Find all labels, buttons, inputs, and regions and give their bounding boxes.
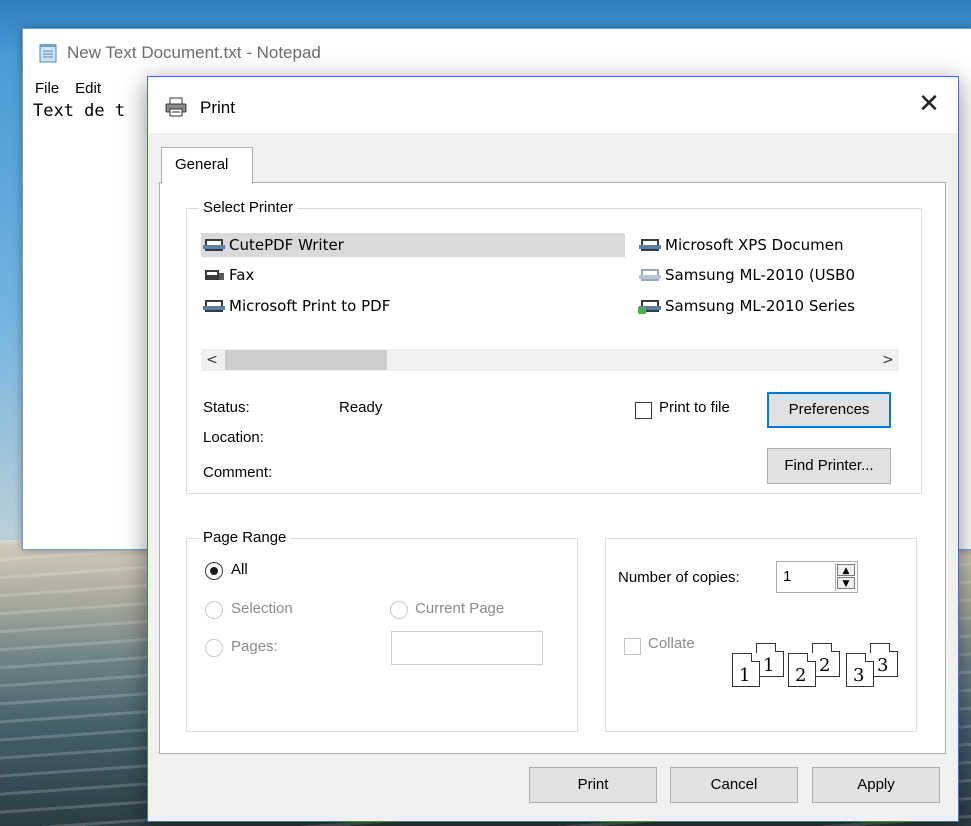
fax-icon <box>205 270 224 280</box>
collate-label[interactable]: Collate <box>648 635 695 652</box>
number-of-copies-label: Number of copies: <box>618 569 740 586</box>
select-printer-group: Select Printer CutePDF Writer Fax Micros… <box>186 199 922 494</box>
radio-pages-label[interactable]: Pages: <box>231 638 278 655</box>
close-icon[interactable]: ✕ <box>914 89 944 119</box>
printer-name: Fax <box>229 266 255 284</box>
printer-list-scrollbar[interactable]: < > <box>201 349 899 371</box>
menu-file[interactable]: File <box>35 80 59 97</box>
comment-label: Comment: <box>203 464 273 481</box>
printer-shared-icon <box>638 300 661 314</box>
spin-down-icon[interactable]: ▼ <box>837 577 855 589</box>
spin-up-icon[interactable]: ▲ <box>837 564 855 576</box>
collate-page-front: 1 <box>732 653 760 687</box>
collate-page-number: 2 <box>795 665 807 686</box>
collate-page-number: 2 <box>819 655 831 676</box>
scroll-left-icon[interactable]: < <box>201 349 223 371</box>
printer-name: Samsung ML-2010 (USB0 <box>665 266 856 284</box>
notepad-title: New Text Document.txt - Notepad <box>67 43 321 62</box>
radio-selection-label[interactable]: Selection <box>231 600 293 617</box>
preferences-button-label: Preferences <box>788 401 870 418</box>
collate-page-number: 3 <box>877 655 889 676</box>
select-printer-label: Select Printer <box>199 199 298 216</box>
collate-page-number: 1 <box>763 655 775 676</box>
apply-button-label: Apply <box>857 776 895 793</box>
printer-item-microsoft-xps-document[interactable]: Microsoft XPS Documen <box>637 233 899 257</box>
copies-value: 1 <box>783 568 792 585</box>
collate-page-back: 1 <box>756 643 784 677</box>
find-printer-button[interactable]: Find Printer... <box>767 448 891 484</box>
general-tab-page: Select Printer CutePDF Writer Fax Micros… <box>159 182 946 754</box>
print-to-file-label[interactable]: Print to file <box>659 399 730 416</box>
print-dialog-titlebar[interactable]: Print ✕ <box>148 77 958 133</box>
location-label: Location: <box>203 429 264 446</box>
notepad-icon <box>37 42 59 64</box>
printer-item-samsung-ml-2010-series[interactable]: Samsung ML-2010 Series <box>637 294 899 318</box>
printer-icon <box>639 239 661 251</box>
menu-edit[interactable]: Edit <box>75 80 101 97</box>
scroll-right-icon[interactable]: > <box>877 349 899 371</box>
printer-name: Microsoft XPS Documen <box>665 236 844 254</box>
printer-list[interactable]: CutePDF Writer Fax Microsoft Print to PD… <box>201 233 899 345</box>
printer-icon <box>203 300 225 312</box>
pages-input[interactable] <box>391 631 543 665</box>
print-dialog: Print ✕ General Select Printer CutePDF W… <box>147 76 959 822</box>
status-value: Ready <box>339 399 383 416</box>
radio-pages[interactable] <box>205 639 223 657</box>
printer-icon <box>164 97 188 117</box>
printer-name: Samsung ML-2010 Series <box>665 297 855 315</box>
radio-current-page[interactable] <box>390 601 408 619</box>
preferences-button[interactable]: Preferences <box>767 392 891 428</box>
printer-item-samsung-ml-2010-usb[interactable]: Samsung ML-2010 (USB0 <box>637 263 899 287</box>
printer-item-cutepdf-writer[interactable]: CutePDF Writer <box>201 233 625 257</box>
radio-all[interactable] <box>205 562 223 580</box>
copies-input[interactable]: 1 ▲ ▼ <box>776 561 858 593</box>
radio-current-page-label[interactable]: Current Page <box>415 600 504 617</box>
status-label: Status: <box>203 399 250 416</box>
collate-illustration: 1 1 2 2 3 3 <box>732 643 910 691</box>
cancel-button-label: Cancel <box>710 776 758 793</box>
collate-page-number: 1 <box>739 665 751 686</box>
printer-item-microsoft-print-to-pdf[interactable]: Microsoft Print to PDF <box>201 294 625 318</box>
copies-group: Number of copies: 1 ▲ ▼ Collate 1 1 2 2 … <box>605 538 917 732</box>
printer-disabled-icon <box>639 269 661 281</box>
tab-general[interactable]: General <box>161 147 253 184</box>
collate-page-number: 3 <box>853 665 865 686</box>
print-dialog-title: Print <box>200 98 235 117</box>
print-to-file-checkbox[interactable] <box>635 402 652 419</box>
find-printer-button-label: Find Printer... <box>784 457 874 474</box>
printer-name: Microsoft Print to PDF <box>229 297 391 315</box>
printer-name: CutePDF Writer <box>229 236 344 254</box>
radio-selected-dot <box>210 567 218 575</box>
collate-page-back: 2 <box>812 643 840 677</box>
print-button[interactable]: Print <box>529 767 657 803</box>
printer-item-fax[interactable]: Fax <box>201 263 625 287</box>
printer-icon <box>203 239 225 251</box>
notepad-titlebar[interactable]: New Text Document.txt - Notepad <box>23 29 971 77</box>
apply-button[interactable]: Apply <box>812 767 940 803</box>
copies-spinner[interactable]: ▲ ▼ <box>835 563 856 591</box>
collate-page-front: 3 <box>846 653 874 687</box>
tab-general-label: General <box>175 156 229 173</box>
collate-page-back: 3 <box>870 643 898 677</box>
page-range-label: Page Range <box>199 529 291 546</box>
page-range-group: Page Range All Selection Current Page Pa… <box>186 529 578 732</box>
print-button-label: Print <box>577 776 609 793</box>
scrollbar-thumb[interactable] <box>225 350 387 370</box>
collate-checkbox[interactable] <box>624 638 641 655</box>
collate-page-front: 2 <box>788 653 816 687</box>
radio-all-label[interactable]: All <box>231 561 248 578</box>
cancel-button[interactable]: Cancel <box>670 767 798 803</box>
radio-selection[interactable] <box>205 601 223 619</box>
